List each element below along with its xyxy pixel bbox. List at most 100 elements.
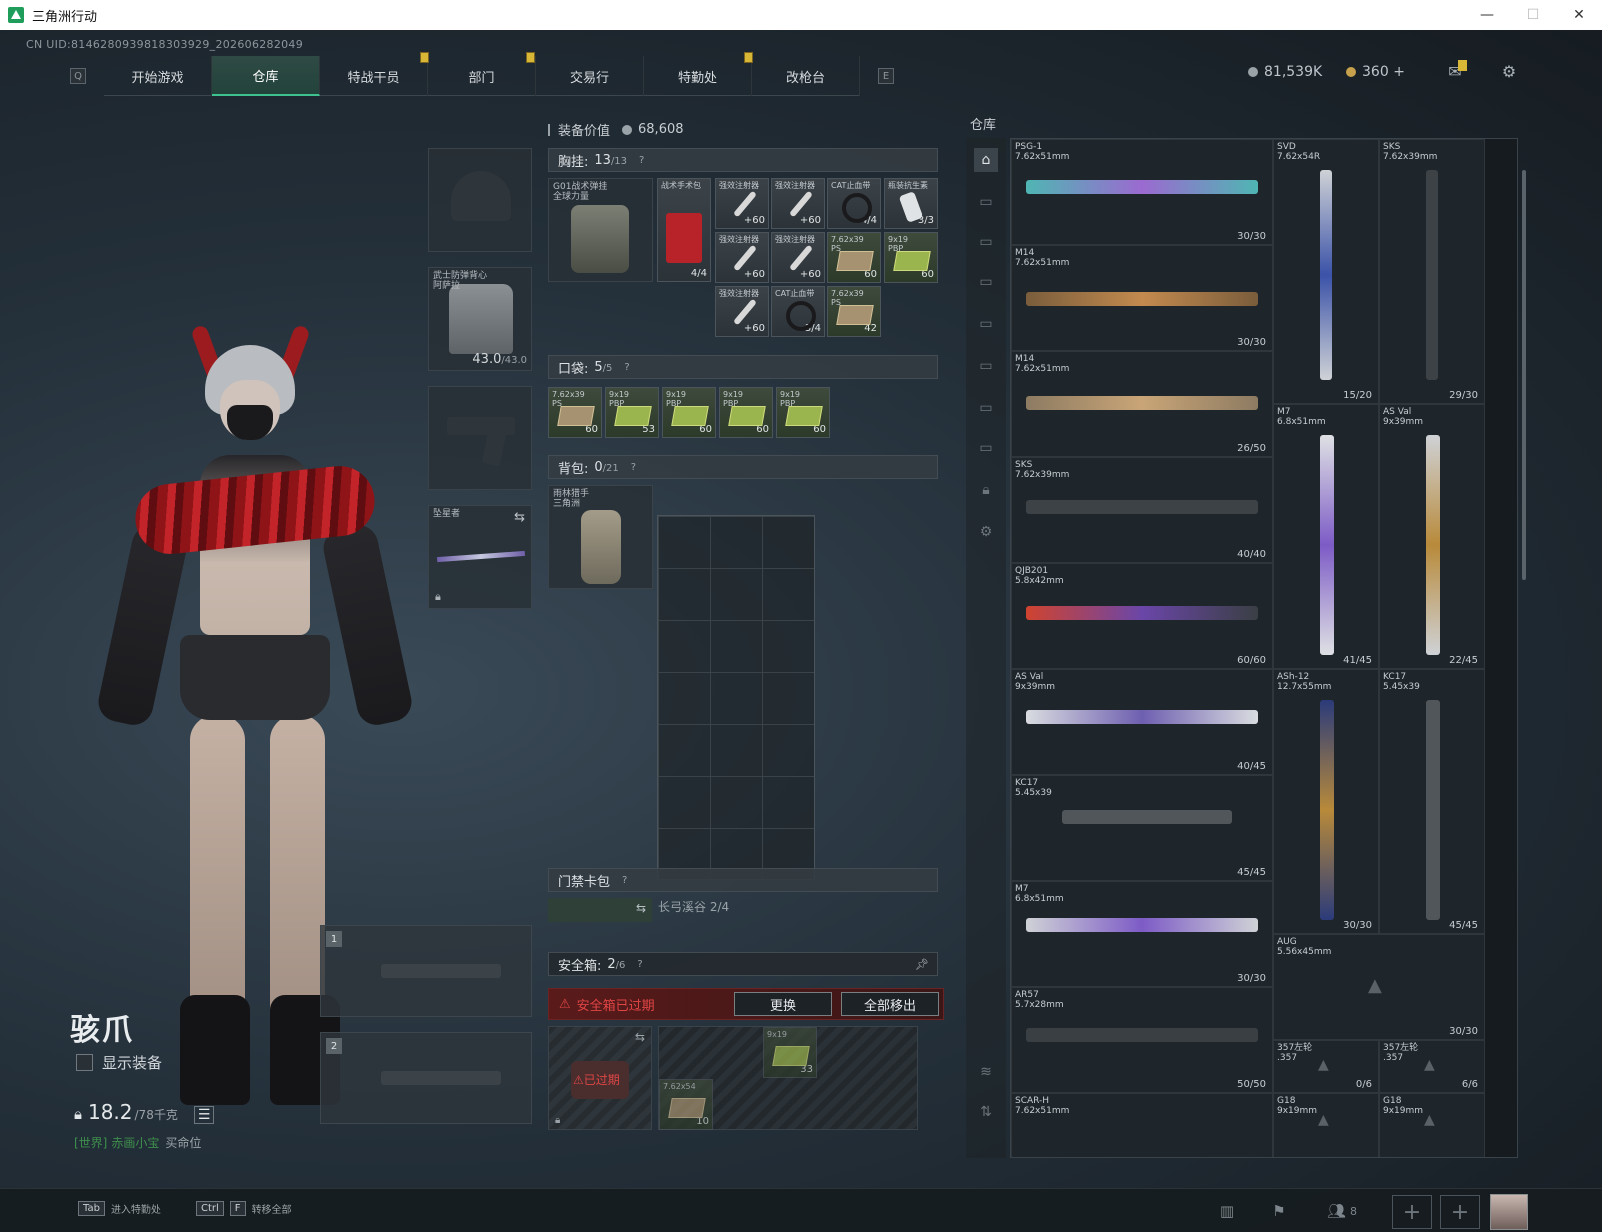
melee-slot[interactable]: 坠星者 ⇆ 🔒︎ [428,505,532,609]
tab-market[interactable]: 交易行 [536,56,644,96]
next-tab-key[interactable]: E [878,68,894,84]
rig-item-syringe[interactable]: 强效注射器 +60 [715,286,769,337]
help-icon[interactable]: ? [624,362,629,373]
warehouse-item-ash12[interactable]: ASh-12 12.7x55mm 30/30 [1273,669,1379,934]
rig-item-syringe[interactable]: 强效注射器 +60 [771,232,825,283]
rig-item-syringe[interactable]: 强效注射器 +60 [771,178,825,229]
move-all-button[interactable]: 全部移出 [841,992,939,1016]
transfer-all-hint[interactable]: Ctrl F 转移全部 [196,1201,292,1216]
pocket-item[interactable]: 9x19 PBP 53 [605,387,659,438]
tab-start-game[interactable]: 开始游戏 [104,56,212,96]
tab-department[interactable]: 部门 [428,52,536,96]
primary-weapon-slot-2[interactable]: 2 [320,1032,532,1124]
pocket-item[interactable]: 9x19 PBP 60 [662,387,716,438]
rig-item-tourniquet[interactable]: CAT止血带 3/4 [771,286,825,337]
warehouse-tab-5-icon[interactable]: ▭ [974,354,998,378]
tab-warehouse[interactable]: 仓库 [212,56,320,96]
show-equipment-toggle[interactable]: 显示装备 [76,1052,162,1073]
rig-item-ammo-762[interactable]: 7.62x39 PS 60 [827,232,881,283]
squad-icon[interactable]: 👥︎ 8 [1322,1199,1362,1223]
warehouse-item-m7[interactable]: M7 6.8x51mm 30/30 [1011,881,1273,987]
help-icon[interactable]: ? [637,959,642,970]
warehouse-item-sks[interactable]: SKS 7.62x39mm 40/40 [1011,457,1273,563]
keycard-holder-slot[interactable]: ⇆ [548,898,652,922]
warehouse-lock-icon[interactable]: 🔒︎ [974,478,998,502]
help-icon[interactable]: ? [631,462,636,473]
warehouse-tab-3-icon[interactable]: ▭ [974,270,998,294]
player-avatar[interactable] [1490,1194,1528,1230]
help-icon[interactable]: ? [622,875,627,886]
warehouse-item-aug[interactable]: AUG 5.56x45mm ▲ 30/30 [1273,934,1485,1040]
rig-item-syringe[interactable]: 强效注射器 +60 [715,232,769,283]
pin-icon[interactable]: 📌︎ [915,958,929,971]
safe-item-ammo[interactable]: 7.62x54 10 [659,1079,713,1130]
tab-operators[interactable]: 特战干员 [320,52,429,96]
pocket-item[interactable]: 9x19 PBP 60 [719,387,773,438]
invite-slot-2-button[interactable]: + [1440,1195,1480,1229]
warehouse-item-m7[interactable]: M7 6.8x51mm 41/45 [1273,404,1379,669]
prev-tab-key[interactable]: Q [70,68,86,84]
rig-item-tourniquet[interactable]: CAT止血带 4/4 [827,178,881,229]
warehouse-item-qjb201[interactable]: QJB201 5.8x42mm 60/60 [1011,563,1273,669]
special-ops-hint[interactable]: Tab 进入特勤处 [78,1201,161,1216]
warehouse-tab-6-icon[interactable]: ▭ [974,396,998,420]
rig-item-ammo-9mm[interactable]: 9x19 PBP 60 [884,232,938,283]
invite-slot-1-button[interactable]: + [1392,1195,1432,1229]
list-icon[interactable]: ☰ [193,1106,215,1124]
swap-icon[interactable]: ⇆ [636,901,646,915]
rig-item-surgery-kit[interactable]: 战术手术包 4/4 [657,178,711,282]
rig-item-ammo-762[interactable]: 7.62x39 PS 42 [827,286,881,337]
tab-gunsmith[interactable]: 改枪台 [752,56,860,96]
pocket-item[interactable]: 9x19 PBP 60 [776,387,830,438]
warehouse-item-m14[interactable]: M14 7.62x51mm 30/30 [1011,245,1273,351]
chat-line[interactable]: [世界] 赤画小宝 买命位 [74,1134,201,1151]
add-gold-button[interactable]: + [1393,64,1405,80]
primary-weapon-slot-1[interactable]: 1 [320,925,532,1017]
warehouse-item-psg1[interactable]: PSG-1 7.62x51mm 30/30 [1011,139,1273,245]
warehouse-item-asval[interactable]: AS Val 9x39mm 22/45 [1379,404,1485,669]
armor-slot[interactable]: 武士防弹背心 阿萨拉 43.0/43.0 [428,267,532,371]
safe-box-grid[interactable]: 9x19 33 7.62x54 10 [658,1026,918,1130]
close-button[interactable]: ✕ [1556,0,1602,30]
warehouse-tab-1-icon[interactable]: ▭ [974,190,998,214]
warehouse-item-sks[interactable]: SKS 7.62x39mm 29/30 [1379,139,1485,404]
replace-button[interactable]: 更换 [734,992,832,1016]
warehouse-item-g18[interactable]: G18 9x19mm ▲ [1379,1093,1485,1157]
warehouse-item-asval[interactable]: AS Val 9x39mm 40/45 [1011,669,1273,775]
warehouse-tab-2-icon[interactable]: ▭ [974,230,998,254]
rig-item-syringe[interactable]: 强效注射器 +60 [715,178,769,229]
pocket-item[interactable]: 7.62x39 PS 60 [548,387,602,438]
silver-currency[interactable]: 81,539K [1248,64,1322,80]
warehouse-item-svd[interactable]: SVD 7.62x54R 15/20 [1273,139,1379,404]
warehouse-settings-icon[interactable]: ⚙ [974,520,998,544]
layers-icon[interactable]: ≋ [974,1060,998,1084]
safe-item-ammo[interactable]: 9x19 33 [763,1027,817,1078]
swap-icon[interactable]: ⇆ [514,510,525,525]
settings-gear-icon[interactable]: ⚙ [1498,62,1520,81]
warehouse-tab-7-icon[interactable]: ▭ [974,436,998,460]
gold-currency[interactable]: 360 + [1346,64,1405,80]
warehouse-item-g18[interactable]: G18 9x19mm ▲ [1273,1093,1379,1157]
warehouse-all-icon[interactable]: ⌂ [974,148,998,172]
warehouse-item-kc17[interactable]: KC17 5.45x39 45/45 [1011,775,1273,881]
warehouse-item-m14[interactable]: M14 7.62x51mm 26/50 [1011,351,1273,457]
minimize-button[interactable]: — [1464,0,1510,30]
chest-rig-item[interactable]: G01战术弹挂 全球力量 [548,178,653,282]
warehouse-item-357[interactable]: 357左轮 .357 ▲ 6/6 [1379,1040,1485,1093]
warehouse-item-kc17[interactable]: KC17 5.45x39 45/45 [1379,669,1485,934]
stats-chart-icon[interactable]: ▥ [1214,1199,1240,1223]
swap-icon[interactable]: ⇆ [635,1030,645,1044]
warehouse-scrollbar[interactable] [1522,170,1526,580]
rig-item-antibiotics[interactable]: 瓶装抗生素 3/3 [884,178,938,229]
sort-icon[interactable]: ⇅ [974,1100,998,1124]
backpack-item[interactable]: 雨林猎手 三角洲 [548,485,653,589]
warehouse-item-scarh[interactable]: SCAR-H 7.62x51mm [1011,1093,1273,1157]
checkbox[interactable] [76,1054,93,1071]
backpack-grid[interactable] [657,515,815,880]
warehouse-tab-4-icon[interactable]: ▭ [974,312,998,336]
tab-special-ops[interactable]: 特勤处 [644,52,753,96]
pistol-slot[interactable] [428,386,532,490]
flag-icon[interactable]: ⚑ [1266,1199,1292,1223]
warehouse-grid[interactable]: PSG-1 7.62x51mm 30/30 M14 7.62x51mm 30/30 … [1010,138,1518,1158]
help-icon[interactable]: ? [639,155,644,166]
